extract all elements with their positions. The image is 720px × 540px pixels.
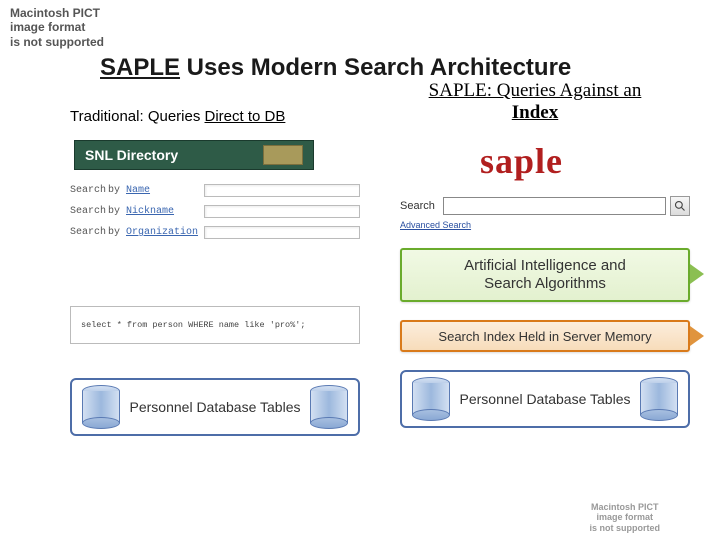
magnifier-icon [674, 200, 686, 212]
stage-ai-algorithms: Artificial Intelligence andSearch Algori… [400, 248, 690, 302]
subtitle-saple: SAPLE: Queries Against an Index [370, 80, 700, 124]
database-cylinder-icon [640, 378, 678, 420]
title-rest: Uses Modern Search Architecture [180, 54, 571, 81]
db-label-left: Personnel Database Tables [126, 399, 304, 415]
saple-search-bar: Search [400, 196, 690, 216]
form-by-word: by [108, 206, 126, 217]
subtitle-saple-line1: SAPLE: Queries Against an [429, 80, 642, 101]
form-row-organization: Search by Organization [70, 226, 360, 239]
form-input-nickname[interactable] [204, 205, 360, 218]
db-tables-left: Personnel Database Tables [70, 378, 360, 436]
database-cylinder-icon [310, 386, 348, 428]
snl-directory-label: SNL Directory [85, 147, 178, 163]
title-emph: SAPLE [100, 54, 180, 81]
form-search-word: Search [70, 206, 108, 217]
saple-search-input[interactable] [443, 197, 666, 215]
form-input-name[interactable] [204, 184, 360, 197]
saple-search-label: Search [400, 200, 435, 212]
form-search-word: Search [70, 185, 108, 196]
stage-search-index: Search Index Held in Server Memory [400, 320, 690, 352]
database-cylinder-icon [82, 386, 120, 428]
arrow-icon [690, 326, 704, 346]
subtitle-traditional: Traditional: Queries Direct to DB [70, 108, 285, 125]
page-title: SAPLE Uses Modern Search Architecture [100, 54, 571, 82]
pict-error-bottom: Macintosh PICTimage formatis not support… [590, 502, 661, 534]
form-by-word: by [108, 227, 126, 238]
form-by-word: by [108, 185, 126, 196]
form-link-organization[interactable]: Organization [126, 227, 204, 238]
stage-ai-text: Artificial Intelligence andSearch Algori… [464, 257, 626, 293]
database-cylinder-icon [412, 378, 450, 420]
form-row-nickname: Search by Nickname [70, 205, 360, 218]
form-link-nickname[interactable]: Nickname [126, 206, 204, 217]
sql-query-text: select * from person WHERE name like 'pr… [81, 320, 305, 330]
subtitle-saple-line2: Index [512, 102, 558, 123]
subtitle-traditional-prefix: Traditional: Queries [70, 108, 205, 125]
pict-error-top: Macintosh PICTimage formatis not support… [10, 6, 104, 49]
form-search-word: Search [70, 227, 108, 238]
traditional-search-form: Search by Name Search by Nickname Search… [70, 184, 360, 247]
stage-index-text: Search Index Held in Server Memory [438, 329, 651, 344]
phone-icon [263, 145, 303, 165]
sql-query-box: select * from person WHERE name like 'pr… [70, 306, 360, 344]
search-button[interactable] [670, 196, 690, 216]
saple-logo: saple [480, 140, 563, 182]
form-row-name: Search by Name [70, 184, 360, 197]
db-tables-right: Personnel Database Tables [400, 370, 690, 428]
form-link-name[interactable]: Name [126, 185, 204, 196]
db-label-right: Personnel Database Tables [456, 391, 634, 407]
arrow-icon [690, 264, 704, 284]
advanced-search-link[interactable]: Advanced Search [400, 220, 471, 230]
subtitle-traditional-emph: Direct to DB [205, 108, 286, 125]
snl-directory-header: SNL Directory [74, 140, 314, 170]
form-input-organization[interactable] [204, 226, 360, 239]
